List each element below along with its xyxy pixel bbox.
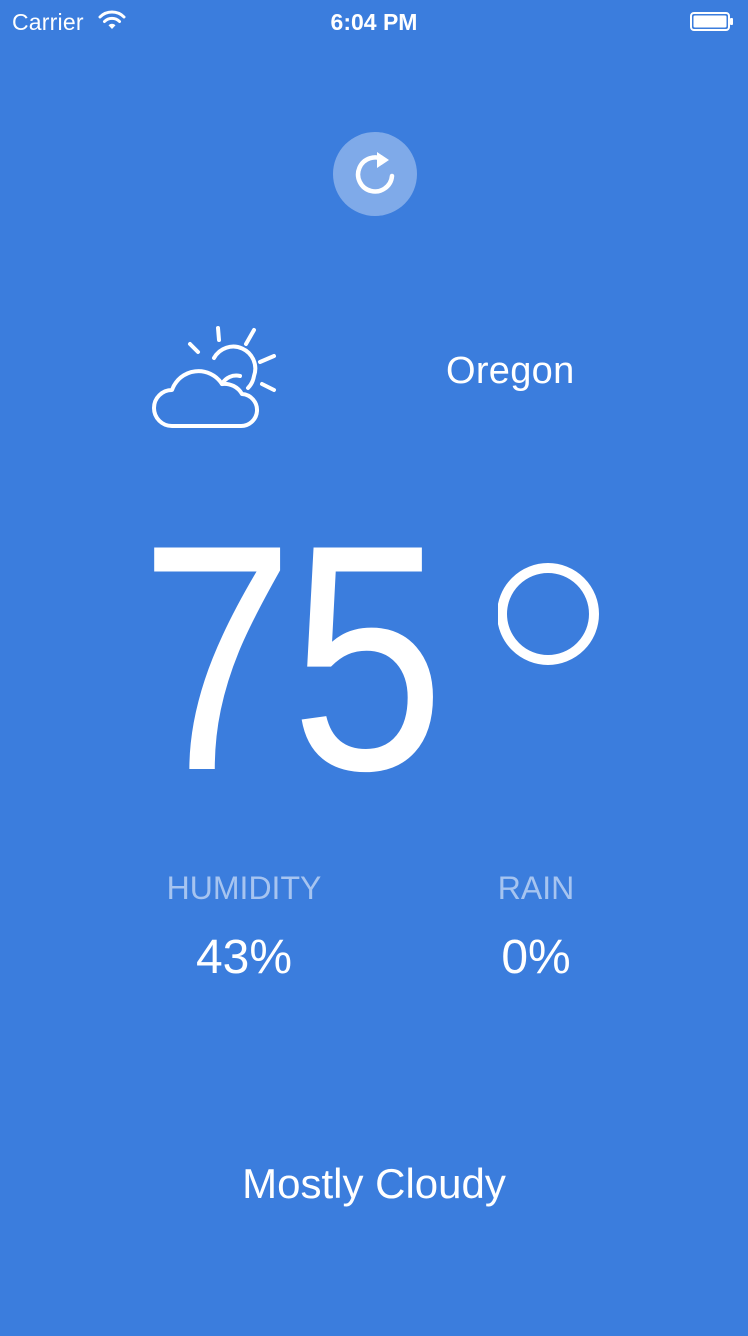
refresh-icon: [355, 152, 395, 194]
status-bar: Carrier 6:04 PM: [0, 0, 748, 44]
rain-label: RAIN: [497, 870, 575, 906]
rain-value: 0%: [501, 931, 571, 984]
humidity-value: 43%: [195, 931, 293, 984]
condition-label: Mostly Cloudy: [242, 1160, 506, 1207]
partly-cloudy-icon: [152, 326, 276, 429]
status-time: 6:04 PM: [330, 9, 418, 35]
battery-icon: [690, 12, 733, 31]
degree-symbol: [498, 563, 599, 665]
refresh-button[interactable]: [333, 132, 417, 216]
location-label: Oregon: [446, 350, 575, 392]
humidity-label: HUMIDITY: [166, 870, 322, 906]
temperature-display: 75: [140, 498, 620, 820]
temperature-value: 75: [140, 479, 445, 838]
